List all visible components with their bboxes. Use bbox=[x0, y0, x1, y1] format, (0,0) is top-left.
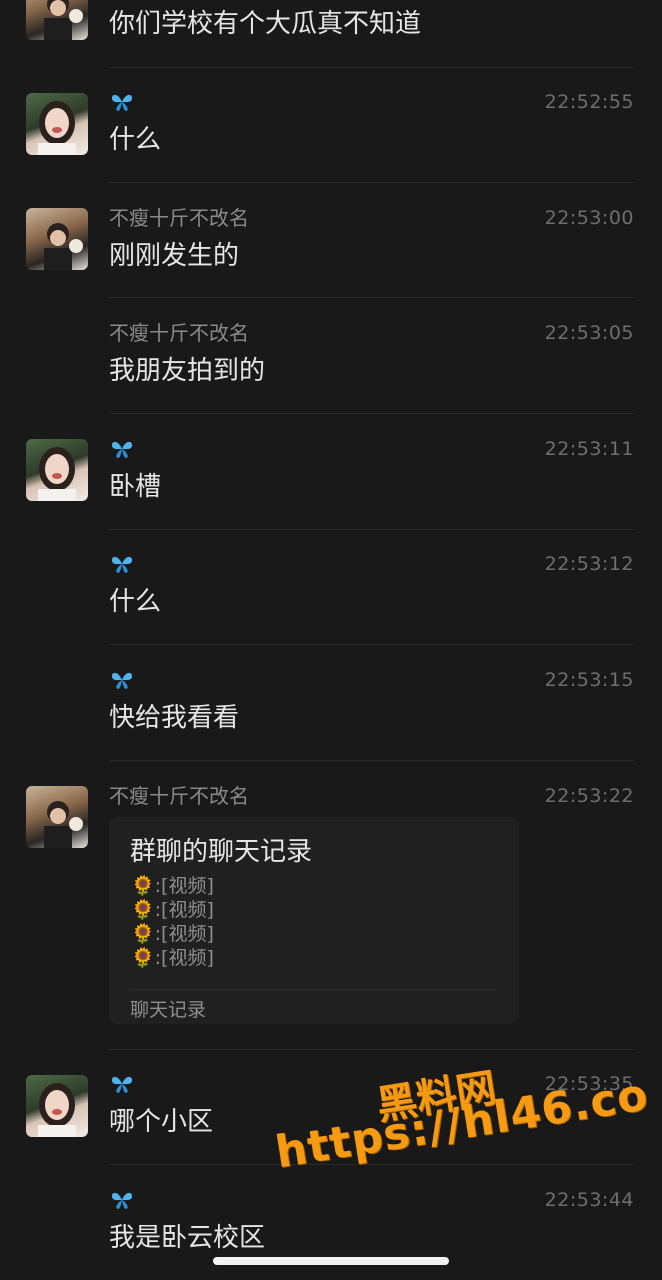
card-line: 🌻:[视频] bbox=[131, 947, 214, 969]
avatar[interactable] bbox=[26, 1075, 88, 1137]
message-time: 22:53:00 bbox=[544, 207, 634, 229]
home-indicator[interactable] bbox=[213, 1257, 449, 1265]
butterfly-icon bbox=[111, 441, 133, 458]
message-text: 刚刚发生的 bbox=[109, 241, 240, 271]
message-time: 22:53:15 bbox=[544, 669, 634, 691]
divider bbox=[109, 182, 634, 183]
divider bbox=[109, 644, 634, 645]
message-time: 22:53:05 bbox=[544, 322, 634, 344]
card-footer: 聊天记录 bbox=[130, 999, 207, 1021]
divider bbox=[109, 1164, 634, 1165]
divider bbox=[109, 67, 634, 68]
divider bbox=[109, 760, 634, 761]
message-text: 我是卧云校区 bbox=[109, 1223, 266, 1253]
chat-record-card[interactable]: 群聊的聊天记录 🌻:[视频] 🌻:[视频] 🌻:[视频] 🌻:[视频] 聊天记录 bbox=[109, 817, 519, 1024]
message-text: 什么 bbox=[109, 587, 162, 617]
message-time: 22:53:12 bbox=[544, 553, 634, 575]
butterfly-icon bbox=[111, 94, 133, 111]
message-text: 你们学校有个大瓜真不知道 bbox=[109, 9, 422, 39]
avatar[interactable] bbox=[26, 208, 88, 270]
card-line: 🌻:[视频] bbox=[131, 923, 214, 945]
divider bbox=[109, 297, 634, 298]
message-time: 22:52:55 bbox=[544, 91, 634, 113]
butterfly-icon bbox=[111, 672, 133, 689]
sender-name: 不瘦十斤不改名 bbox=[109, 206, 249, 230]
message-time: 22:53:11 bbox=[544, 438, 634, 460]
message-text: 哪个小区 bbox=[109, 1107, 214, 1137]
message-text: 快给我看看 bbox=[109, 703, 240, 733]
sender-name: 不瘦十斤不改名 bbox=[109, 784, 249, 808]
card-divider bbox=[130, 989, 498, 990]
message-text: 卧槽 bbox=[109, 472, 162, 502]
message-text: 我朋友拍到的 bbox=[109, 356, 266, 386]
divider bbox=[109, 529, 634, 530]
message-text: 什么 bbox=[109, 125, 162, 155]
message-time: 22:53:22 bbox=[544, 785, 634, 807]
avatar[interactable] bbox=[26, 93, 88, 155]
avatar[interactable] bbox=[26, 439, 88, 501]
sender-name: 不瘦十斤不改名 bbox=[109, 321, 249, 345]
card-title: 群聊的聊天记录 bbox=[130, 837, 313, 867]
avatar[interactable] bbox=[26, 0, 88, 40]
avatar[interactable] bbox=[26, 786, 88, 848]
chat-history-screen: 你们学校有个大瓜真不知道 22:52:55 什么 不瘦十斤不改名 22:53:0… bbox=[0, 0, 662, 1280]
divider bbox=[109, 413, 634, 414]
card-line: 🌻:[视频] bbox=[131, 899, 214, 921]
divider bbox=[109, 1049, 634, 1050]
message-time: 22:53:44 bbox=[544, 1189, 634, 1211]
card-line: 🌻:[视频] bbox=[131, 875, 214, 897]
butterfly-icon bbox=[111, 1192, 133, 1209]
butterfly-icon bbox=[111, 1076, 133, 1093]
butterfly-icon bbox=[111, 556, 133, 573]
